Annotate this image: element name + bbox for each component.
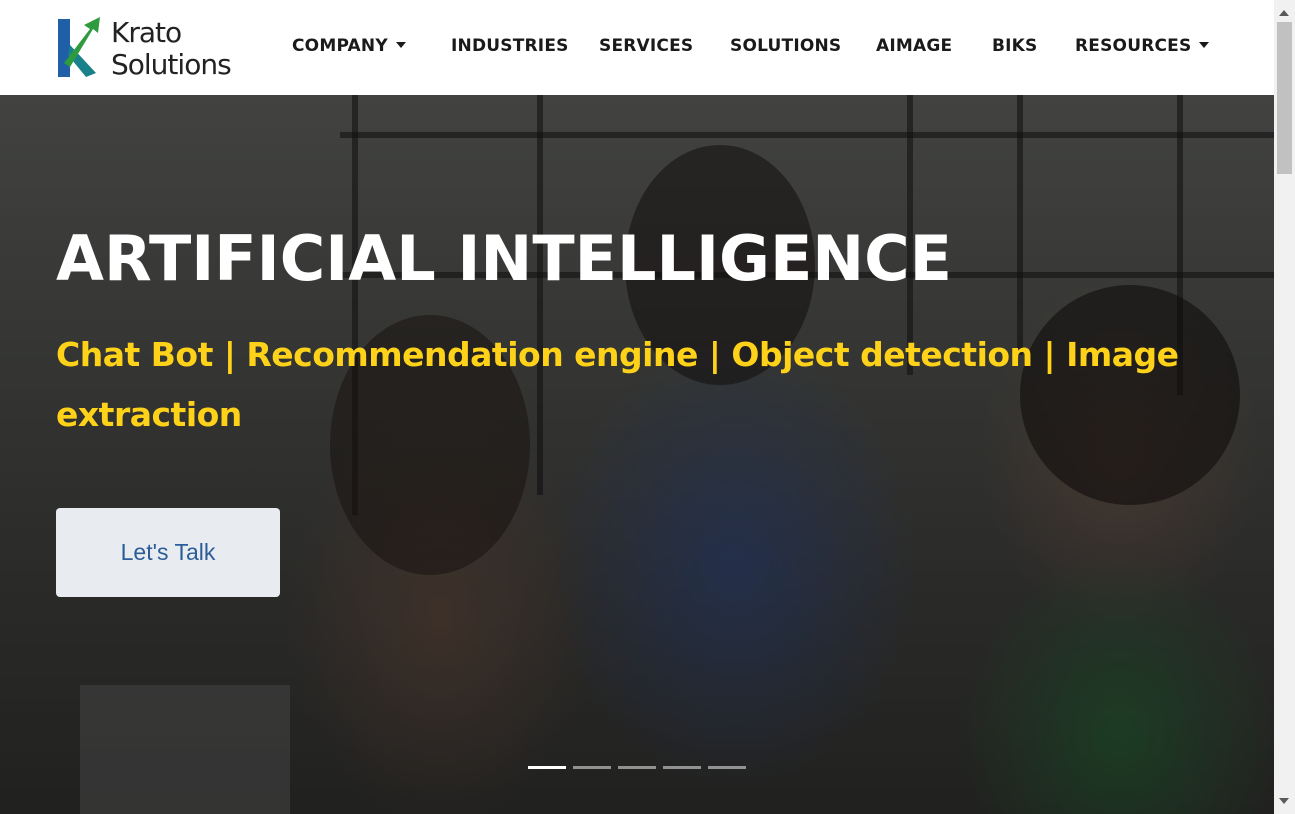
- nav-item-solutions[interactable]: SOLUTIONS: [730, 36, 841, 56]
- scroll-down-arrow-icon[interactable]: [1279, 798, 1289, 804]
- scrollbar-thumb[interactable]: [1277, 22, 1292, 174]
- hero-dark-overlay: [0, 95, 1274, 814]
- hero-title: ARTIFICIAL INTELLIGENCE: [56, 222, 953, 295]
- nav-label-biks: BIKS: [992, 36, 1038, 56]
- nav-label-industries: INDUSTRIES: [451, 36, 569, 56]
- hero-subtitle: Chat Bot | Recommendation engine | Objec…: [56, 335, 1179, 434]
- nav-label-company: COMPANY: [292, 36, 388, 56]
- logo-text: Krato Solutions: [111, 16, 232, 81]
- nav-item-aimage[interactable]: AIMAGE: [876, 36, 952, 56]
- nav-label-solutions: SOLUTIONS: [730, 36, 842, 56]
- nav-label-services: SERVICES: [599, 36, 694, 56]
- site-header: Krato Solutions COMPANY INDUSTRIES SERVI…: [0, 0, 1274, 95]
- nav-item-resources[interactable]: RESOURCES: [1075, 36, 1210, 56]
- nav-label-resources: RESOURCES: [1075, 36, 1192, 56]
- logo-name-line1: Krato: [111, 16, 182, 49]
- carousel-indicator-2[interactable]: [573, 766, 611, 769]
- lets-talk-button[interactable]: Let's Talk: [56, 508, 280, 597]
- scroll-up-arrow-icon[interactable]: [1279, 10, 1289, 16]
- carousel-indicator-4[interactable]: [663, 766, 701, 769]
- hero-carousel: ARTIFICIAL INTELLIGENCE Chat Bot | Recom…: [0, 95, 1274, 814]
- page-scrollbar[interactable]: [1274, 0, 1295, 814]
- nav-item-industries[interactable]: INDUSTRIES: [451, 36, 569, 56]
- nav-label-aimage: AIMAGE: [876, 36, 953, 56]
- krato-logo[interactable]: Krato Solutions: [56, 15, 241, 81]
- chevron-down-icon: [1199, 42, 1210, 48]
- carousel-indicator-1[interactable]: [528, 766, 566, 769]
- carousel-indicator-5[interactable]: [708, 766, 746, 769]
- chevron-down-icon: [395, 42, 406, 48]
- nav-item-biks[interactable]: BIKS: [992, 36, 1038, 56]
- nav-item-company[interactable]: COMPANY: [292, 36, 406, 56]
- carousel-indicator-3[interactable]: [618, 766, 656, 769]
- krato-logo-mark-icon: [58, 17, 100, 77]
- logo-name-line2: Solutions: [111, 48, 232, 81]
- nav-item-services[interactable]: SERVICES: [599, 36, 693, 56]
